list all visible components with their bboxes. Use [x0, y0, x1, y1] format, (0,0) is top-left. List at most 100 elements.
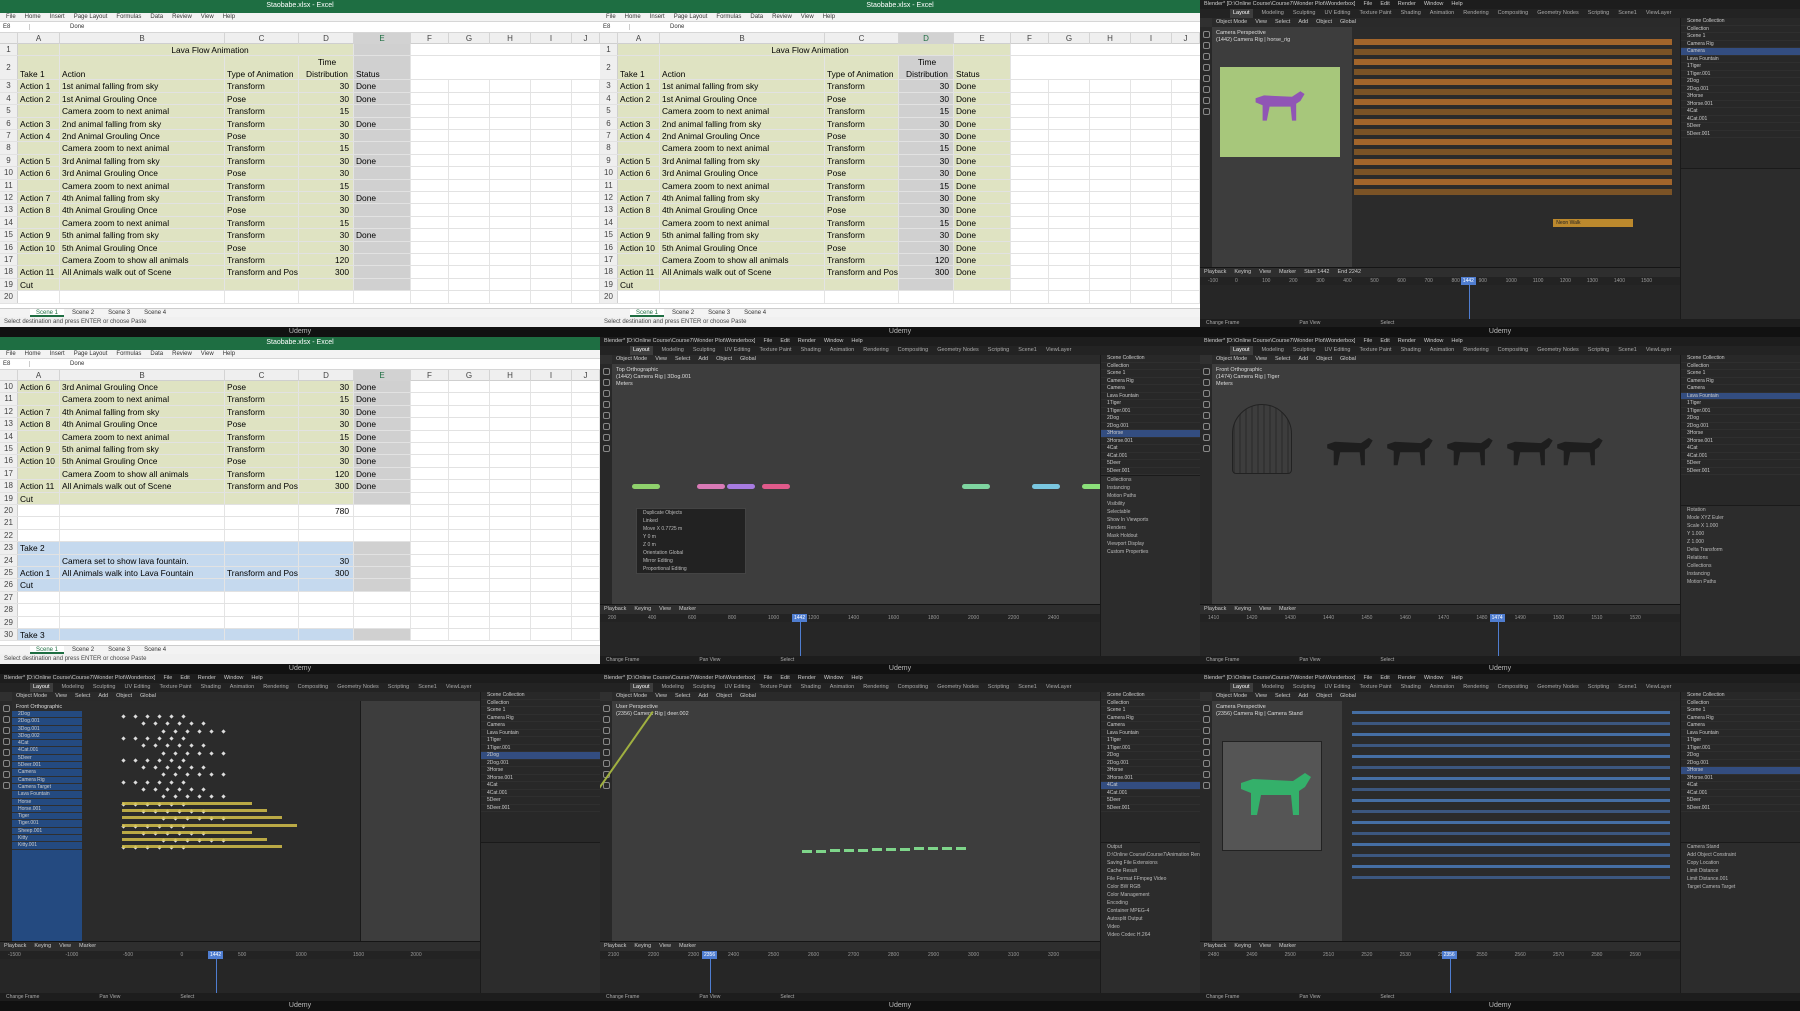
transform-orientation[interactable]: Global: [140, 692, 156, 701]
cell[interactable]: Done: [354, 480, 411, 492]
cell[interactable]: [1011, 92, 1049, 105]
outliner-item[interactable]: Lava Fountain: [1681, 392, 1800, 400]
cell[interactable]: [354, 278, 411, 291]
cell[interactable]: Transform and Pose: [225, 567, 299, 579]
cell[interactable]: Transform and Pose: [225, 480, 299, 492]
cell[interactable]: Pose: [225, 455, 299, 467]
outliner-item[interactable]: Collection: [1681, 700, 1800, 707]
cell[interactable]: 5th animal falling from sky: [60, 229, 225, 241]
cell[interactable]: Transform: [225, 229, 299, 241]
outliner-item[interactable]: Collection: [481, 700, 600, 707]
cell[interactable]: [572, 291, 600, 303]
dope-channel[interactable]: Camera: [12, 769, 82, 777]
cell[interactable]: Transform: [225, 154, 299, 167]
cell[interactable]: 5th Animal Grouling Once: [60, 241, 225, 253]
cell[interactable]: 30: [299, 229, 354, 241]
keyframe[interactable]: [133, 758, 138, 763]
column-header-H[interactable]: H: [490, 33, 531, 44]
header-cell[interactable]: Type of Animation: [825, 56, 899, 80]
cell[interactable]: [1131, 254, 1172, 266]
cell[interactable]: 2nd animal falling from sky: [660, 117, 825, 129]
cell[interactable]: [490, 604, 531, 616]
cell[interactable]: 3rd Animal Grouling Once: [660, 167, 825, 179]
cell[interactable]: [490, 291, 531, 303]
outliner-item[interactable]: 1Tiger: [1681, 737, 1800, 745]
outliner-item[interactable]: 1Tiger: [1101, 737, 1200, 745]
workspace-tab[interactable]: Sculpting: [1293, 9, 1316, 18]
column-header-A[interactable]: A: [618, 33, 660, 44]
column-header-G[interactable]: G: [449, 33, 490, 44]
outliner-item[interactable]: 5Deer.001: [481, 805, 600, 812]
header-cell[interactable]: Action: [660, 56, 825, 80]
cell[interactable]: Camera Zoom to show all animals: [60, 467, 225, 480]
property-row[interactable]: Motion Paths: [1681, 578, 1800, 586]
cell[interactable]: [1011, 80, 1049, 92]
keyframe[interactable]: [201, 721, 206, 726]
row-number[interactable]: 12: [0, 405, 18, 418]
keyframe[interactable]: [221, 794, 226, 799]
timeline-menu[interactable]: Keying: [34, 942, 51, 951]
cell[interactable]: [1131, 241, 1172, 253]
cell[interactable]: Transform: [225, 467, 299, 480]
cell[interactable]: Camera zoom to next animal: [660, 142, 825, 154]
cell[interactable]: [411, 455, 449, 467]
cell[interactable]: [411, 430, 449, 442]
menu-item[interactable]: Edit: [1380, 337, 1389, 346]
outliner-item[interactable]: 4Cat.001: [1681, 453, 1800, 460]
tool-icon[interactable]: [602, 760, 610, 767]
workspace-tab[interactable]: Scripting: [1588, 9, 1609, 18]
row-number[interactable]: 10: [0, 167, 18, 179]
cell[interactable]: [60, 517, 225, 529]
cell[interactable]: [1011, 229, 1049, 241]
cell[interactable]: [1049, 167, 1090, 179]
outliner-item[interactable]: Scene Collection: [1681, 355, 1800, 363]
cell[interactable]: [490, 80, 531, 92]
viewport-menu[interactable]: Add: [98, 692, 108, 701]
cell[interactable]: Action 7: [618, 192, 660, 204]
cell[interactable]: [1172, 154, 1200, 167]
dope-channel[interactable]: 2Dog: [12, 711, 82, 719]
keyframe[interactable]: [169, 758, 174, 763]
action-strip[interactable]: [1352, 744, 1670, 747]
column-header-A[interactable]: A: [18, 370, 60, 381]
workspace-tab[interactable]: Sculpting: [1293, 683, 1316, 692]
timeline-menu[interactable]: View: [659, 942, 671, 951]
cell[interactable]: [1131, 204, 1172, 216]
workspace-tab[interactable]: Geometry Nodes: [937, 683, 979, 692]
cell[interactable]: 5th animal falling from sky: [60, 443, 225, 455]
cell[interactable]: Camera Zoom to show all animals: [60, 254, 225, 266]
cell[interactable]: [354, 616, 411, 628]
dope-channel[interactable]: 5Deer: [12, 755, 82, 763]
cell[interactable]: Pose: [225, 418, 299, 430]
cell[interactable]: [1011, 117, 1049, 129]
row-number[interactable]: 1: [600, 44, 618, 56]
timeline-menu[interactable]: Marker: [1279, 942, 1296, 951]
cell[interactable]: [531, 529, 572, 542]
cell[interactable]: 30: [899, 192, 954, 204]
tool-icon[interactable]: [1202, 31, 1210, 38]
workspace-tab[interactable]: Compositing: [1498, 346, 1529, 355]
cell[interactable]: [18, 179, 60, 191]
workspace-tab[interactable]: UV Editing: [724, 346, 750, 355]
cell[interactable]: [490, 492, 531, 504]
cell[interactable]: [411, 204, 449, 216]
row-number[interactable]: 26: [0, 579, 18, 591]
row-number[interactable]: 13: [0, 204, 18, 216]
tool-icon[interactable]: [1202, 423, 1210, 430]
outliner-item[interactable]: 1Tiger.001: [1681, 745, 1800, 752]
outliner-item[interactable]: 4Cat: [1101, 782, 1200, 790]
cell[interactable]: [1090, 229, 1131, 241]
cell[interactable]: 120: [899, 254, 954, 266]
cell[interactable]: Action 11: [18, 480, 60, 492]
column-header-B[interactable]: B: [60, 370, 225, 381]
cell[interactable]: [225, 529, 299, 542]
cell[interactable]: [449, 167, 490, 179]
property-row[interactable]: Color BW RGB: [1101, 883, 1200, 891]
cell[interactable]: [225, 554, 299, 566]
cell[interactable]: Camera set to show lava fountain.: [60, 554, 225, 566]
cell[interactable]: Transform: [225, 443, 299, 455]
menu-item[interactable]: Edit: [780, 337, 789, 346]
cell[interactable]: [490, 418, 531, 430]
keyframe[interactable]: [161, 750, 166, 756]
cell[interactable]: [1090, 105, 1131, 117]
